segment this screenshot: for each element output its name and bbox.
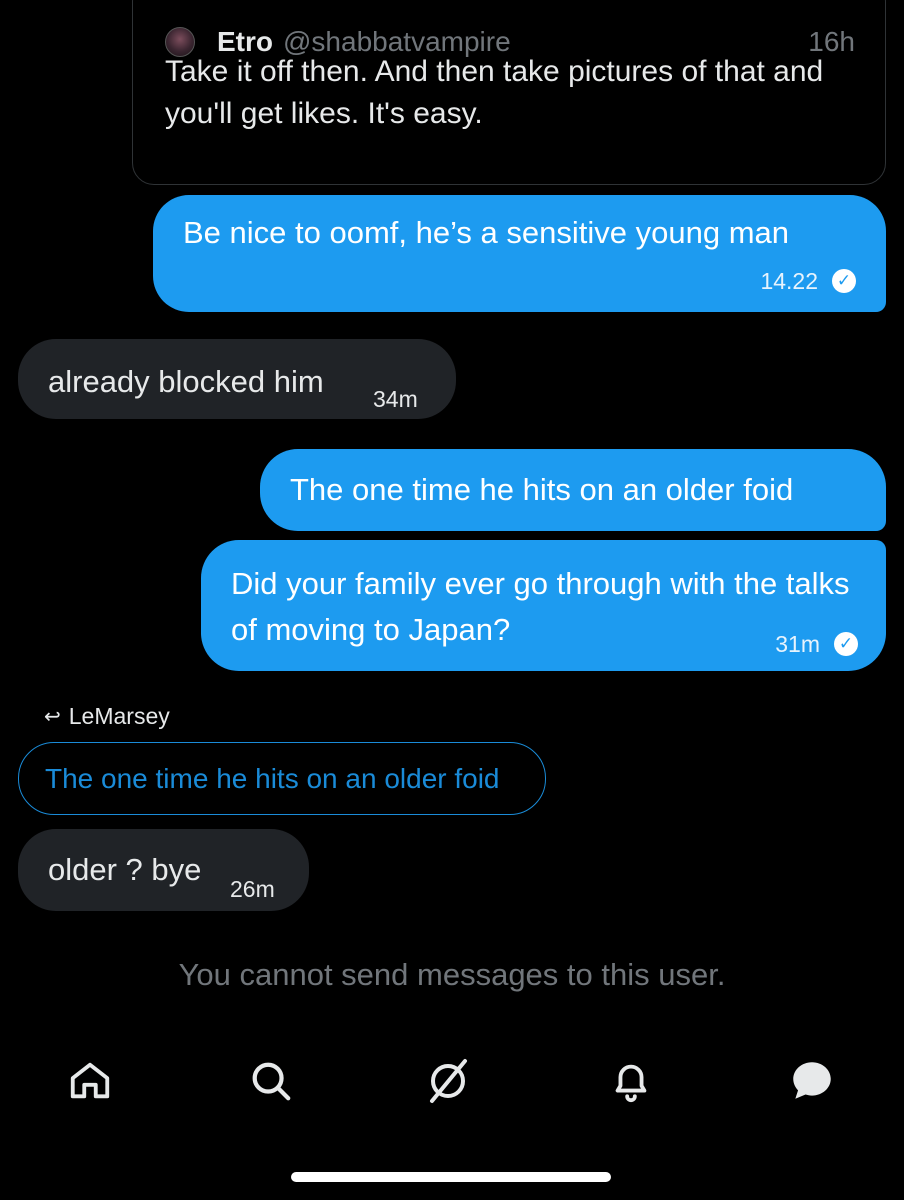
message-timestamp: 26m [230, 876, 275, 902]
read-receipt-check-icon: ✓ [834, 632, 858, 656]
bell-icon[interactable] [606, 1056, 656, 1106]
quoted-tweet-card[interactable]: Etro @shabbatvampire 16h Take it off the… [132, 0, 886, 185]
reply-to-name: LeMarsey [68, 703, 170, 729]
message-timestamp: 34m [373, 386, 418, 412]
message-meta: 14.22 ✓ [760, 261, 856, 301]
message-bubble-outgoing[interactable]: Did your family ever go through with the… [201, 540, 886, 671]
reply-indicator: ↩ LeMarsey [44, 703, 170, 730]
read-receipt-check-icon: ✓ [832, 269, 856, 293]
cannot-message-notice: You cannot send messages to this user. [178, 957, 726, 992]
search-icon[interactable] [246, 1056, 296, 1106]
message-text: The one time he hits on an older foid [290, 472, 794, 507]
message-bubble-outgoing[interactable]: Be nice to oomf, he’s a sensitive young … [153, 195, 886, 312]
message-timestamp: 14.22 [760, 268, 818, 294]
message-bubble-outgoing[interactable]: The one time he hits on an older foid [260, 449, 886, 531]
home-indicator-bar[interactable] [291, 1172, 611, 1182]
message-timestamp: 31m [775, 631, 820, 657]
messages-icon[interactable] [787, 1056, 837, 1106]
dm-conversation-screen: Etro @shabbatvampire 16h Take it off the… [0, 0, 904, 1200]
replied-message-preview[interactable]: The one time he hits on an older foid [18, 742, 546, 815]
message-text: older ? bye [48, 852, 202, 887]
bottom-navigation-bar [0, 1040, 904, 1130]
replied-message-text: The one time he hits on an older foid [45, 763, 500, 794]
home-icon[interactable] [65, 1056, 115, 1106]
reply-arrow-icon: ↩ [44, 706, 61, 728]
message-bubble-incoming[interactable]: older ? bye 26m [18, 829, 309, 911]
message-text: Be nice to oomf, he’s a sensitive young … [183, 215, 789, 250]
grok-icon[interactable] [423, 1056, 473, 1106]
quoted-tweet-text: Take it off then. And then take pictures… [165, 55, 824, 130]
message-text: already blocked him [48, 364, 324, 399]
message-meta: 31m ✓ [775, 624, 858, 664]
message-bubble-incoming[interactable]: already blocked him 34m [18, 339, 456, 419]
